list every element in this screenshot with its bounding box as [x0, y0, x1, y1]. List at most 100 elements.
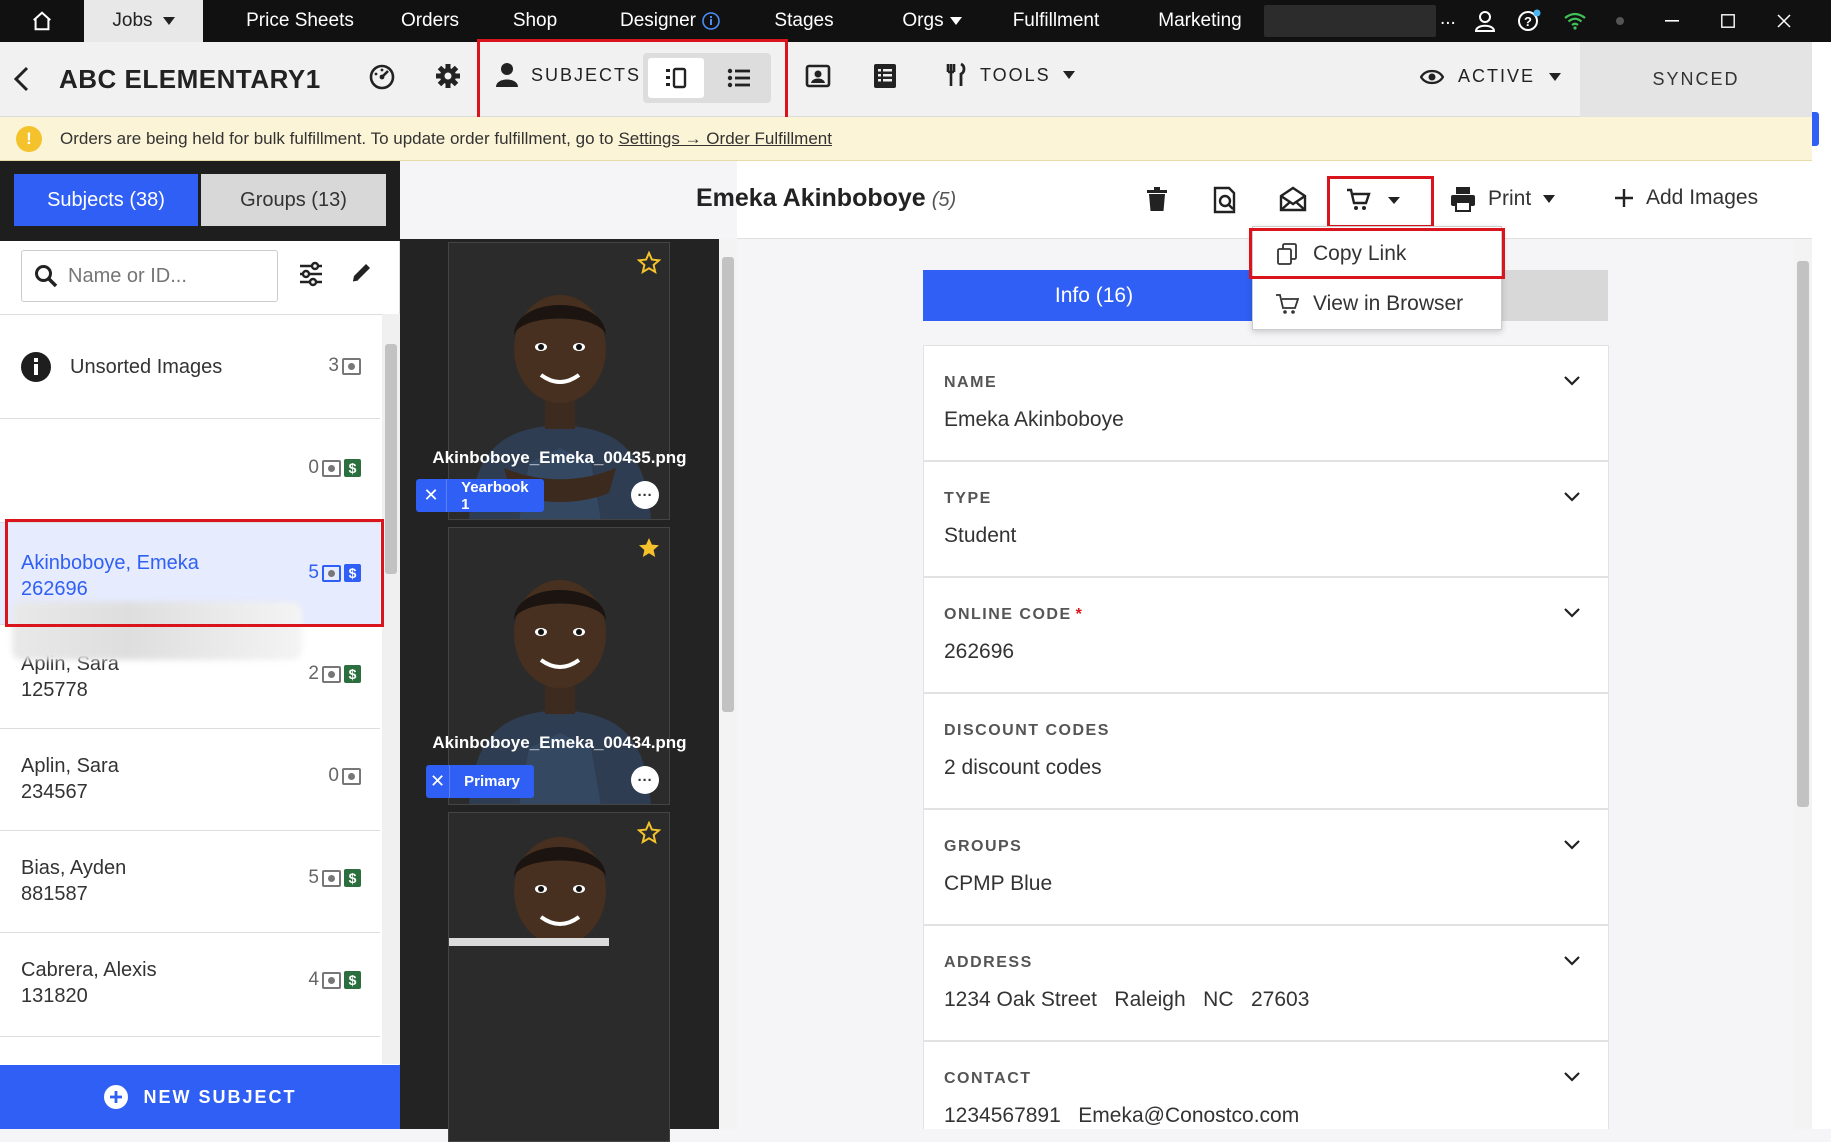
- tab-info[interactable]: Info (16): [923, 270, 1265, 321]
- chevron-down-icon[interactable]: [1564, 608, 1580, 618]
- subject-id: 125778: [21, 679, 88, 701]
- scrollbar-thumb[interactable]: [1797, 261, 1809, 807]
- fulfillment-banner: ! Orders are being held for bulk fulfill…: [0, 117, 1812, 161]
- chevron-down-icon[interactable]: [1564, 1072, 1580, 1082]
- filter-button[interactable]: [298, 261, 324, 287]
- job-status-dropdown[interactable]: ACTIVE: [1420, 66, 1562, 87]
- list-item-redacted[interactable]: 0 $: [0, 419, 380, 523]
- proof-button[interactable]: [1212, 186, 1238, 214]
- edit-button[interactable]: [350, 260, 374, 284]
- nav-jobs[interactable]: Jobs: [84, 0, 203, 42]
- copy-link-highlight: [1249, 228, 1505, 279]
- list-item-subject[interactable]: Cabrera, Alexis 131820 4 $: [0, 933, 380, 1037]
- nav-shop[interactable]: Shop: [498, 0, 572, 42]
- close-window-button[interactable]: [1762, 0, 1806, 42]
- subject-image-list: ··· Akinboboye_Emeka_00435.png ✕ Yearboo…: [400, 239, 719, 1142]
- star-outline-icon[interactable]: [637, 821, 661, 845]
- field-contact[interactable]: CONTACT 1234567891 Emeka@Conostco.com: [923, 1041, 1609, 1129]
- nav-label: Orders: [400, 10, 460, 31]
- back-button[interactable]: [12, 66, 32, 92]
- user-button[interactable]: [1470, 0, 1500, 42]
- status-dot: [1610, 0, 1630, 42]
- data-sheet-button[interactable]: [872, 62, 898, 90]
- warning-icon: !: [16, 125, 42, 152]
- gear-icon: [436, 64, 460, 88]
- list-item-unsorted-images[interactable]: Unsorted Images 3: [0, 315, 380, 419]
- chevron-down-icon[interactable]: [1564, 376, 1580, 386]
- image-list-scrollbar[interactable]: [719, 239, 737, 1129]
- chevron-down-icon[interactable]: [1564, 956, 1580, 966]
- count-value: 5: [308, 867, 319, 888]
- photo-card[interactable]: [448, 812, 670, 1142]
- field-online-code[interactable]: ONLINE CODE * 262696: [923, 577, 1609, 693]
- home-button[interactable]: [0, 0, 84, 42]
- list-item-subject[interactable]: Bias, Ayden 881587 5 $: [0, 831, 380, 933]
- subjects-button[interactable]: SUBJECTS: [495, 62, 641, 88]
- info-circle-icon[interactable]: [702, 12, 720, 30]
- maximize-button[interactable]: [1706, 0, 1750, 42]
- caret-down-icon: [162, 17, 175, 25]
- help-button[interactable]: ?: [1514, 0, 1544, 42]
- nav-orgs[interactable]: Orgs: [882, 0, 982, 42]
- nav-marketing[interactable]: Marketing: [1150, 0, 1250, 42]
- image-count: 0: [328, 765, 361, 787]
- settings-button[interactable]: [434, 62, 462, 90]
- gallery-view-button[interactable]: [648, 58, 704, 98]
- field-type[interactable]: TYPE Student: [923, 461, 1609, 577]
- email-button[interactable]: [1279, 186, 1307, 212]
- tab-subjects[interactable]: Subjects (38): [14, 174, 198, 226]
- nav-stages[interactable]: Stages: [766, 0, 842, 42]
- job-status-label: ACTIVE: [1458, 66, 1536, 86]
- field-label: TYPE: [944, 490, 992, 507]
- dashboard-button[interactable]: [368, 62, 396, 90]
- tools-menu-button[interactable]: TOOLS: [944, 62, 1075, 88]
- sidebar-scrollbar[interactable]: [382, 314, 400, 1064]
- scrollbar-thumb[interactable]: [722, 257, 734, 712]
- chevron-down-icon[interactable]: [1564, 840, 1580, 850]
- help-icon: ?: [1518, 9, 1541, 31]
- order-fulfillment-settings-link[interactable]: Settings → Order Fulfillment: [618, 129, 832, 149]
- image-icon: [322, 665, 341, 683]
- list-view-button[interactable]: [711, 58, 767, 98]
- remove-tag-button[interactable]: ✕: [426, 765, 451, 798]
- shop-cart-button[interactable]: [1346, 188, 1410, 212]
- subjects-sidebar: Subjects (38) Groups (13) Unsorted Image…: [0, 161, 400, 1129]
- star-outline-icon[interactable]: [637, 251, 661, 275]
- tools-label: TOOLS: [980, 64, 1051, 85]
- minimize-button[interactable]: [1650, 0, 1694, 42]
- delete-button[interactable]: [1146, 186, 1168, 212]
- sync-status: SYNCED: [1580, 42, 1812, 117]
- remove-tag-button[interactable]: ✕: [416, 479, 448, 512]
- field-groups[interactable]: GROUPS CPMP Blue: [923, 809, 1609, 925]
- star-filled-icon[interactable]: [637, 536, 661, 560]
- field-name[interactable]: NAME Emeka Akinboboye: [923, 345, 1609, 461]
- nav-orders[interactable]: Orders: [385, 0, 475, 42]
- photos-button[interactable]: [804, 62, 832, 90]
- photo-card[interactable]: ···: [448, 527, 670, 805]
- subject-name: Aplin, Sara: [21, 755, 119, 777]
- svg-text:?: ?: [1524, 14, 1532, 29]
- more-options-button[interactable]: ···: [631, 481, 659, 509]
- subject-search-input[interactable]: [68, 264, 258, 288]
- new-subject-label: NEW SUBJECT: [143, 1086, 297, 1107]
- menu-item-view-in-browser[interactable]: View in Browser: [1253, 279, 1503, 329]
- nav-designer[interactable]: Designer: [610, 0, 730, 42]
- plus-circle-icon: [104, 1085, 129, 1109]
- overflow-ellipsis[interactable]: ...: [1440, 8, 1456, 30]
- tag-label: Primary: [464, 773, 520, 790]
- tab-groups[interactable]: Groups (13): [201, 174, 386, 226]
- chevron-down-icon[interactable]: [1564, 492, 1580, 502]
- list-item-subject[interactable]: Aplin, Sara 234567 0: [0, 729, 380, 831]
- add-images-button[interactable]: Add Images: [1614, 186, 1758, 210]
- more-options-button[interactable]: ···: [631, 766, 659, 794]
- user-icon: [1475, 11, 1495, 32]
- nav-fulfillment[interactable]: Fulfillment: [1006, 0, 1106, 42]
- field-address[interactable]: ADDRESS 1234 Oak Street Raleigh NC 27603: [923, 925, 1609, 1041]
- print-menu-button[interactable]: Print: [1450, 186, 1556, 212]
- new-subject-button[interactable]: NEW SUBJECT: [0, 1065, 400, 1129]
- scrollbar-thumb[interactable]: [385, 344, 397, 574]
- nav-price-sheets[interactable]: Price Sheets: [230, 0, 370, 42]
- detail-scrollbar[interactable]: [1794, 239, 1812, 1129]
- field-discount-codes[interactable]: DISCOUNT CODES 2 discount codes: [923, 693, 1609, 809]
- selected-subject-highlight: [5, 519, 384, 627]
